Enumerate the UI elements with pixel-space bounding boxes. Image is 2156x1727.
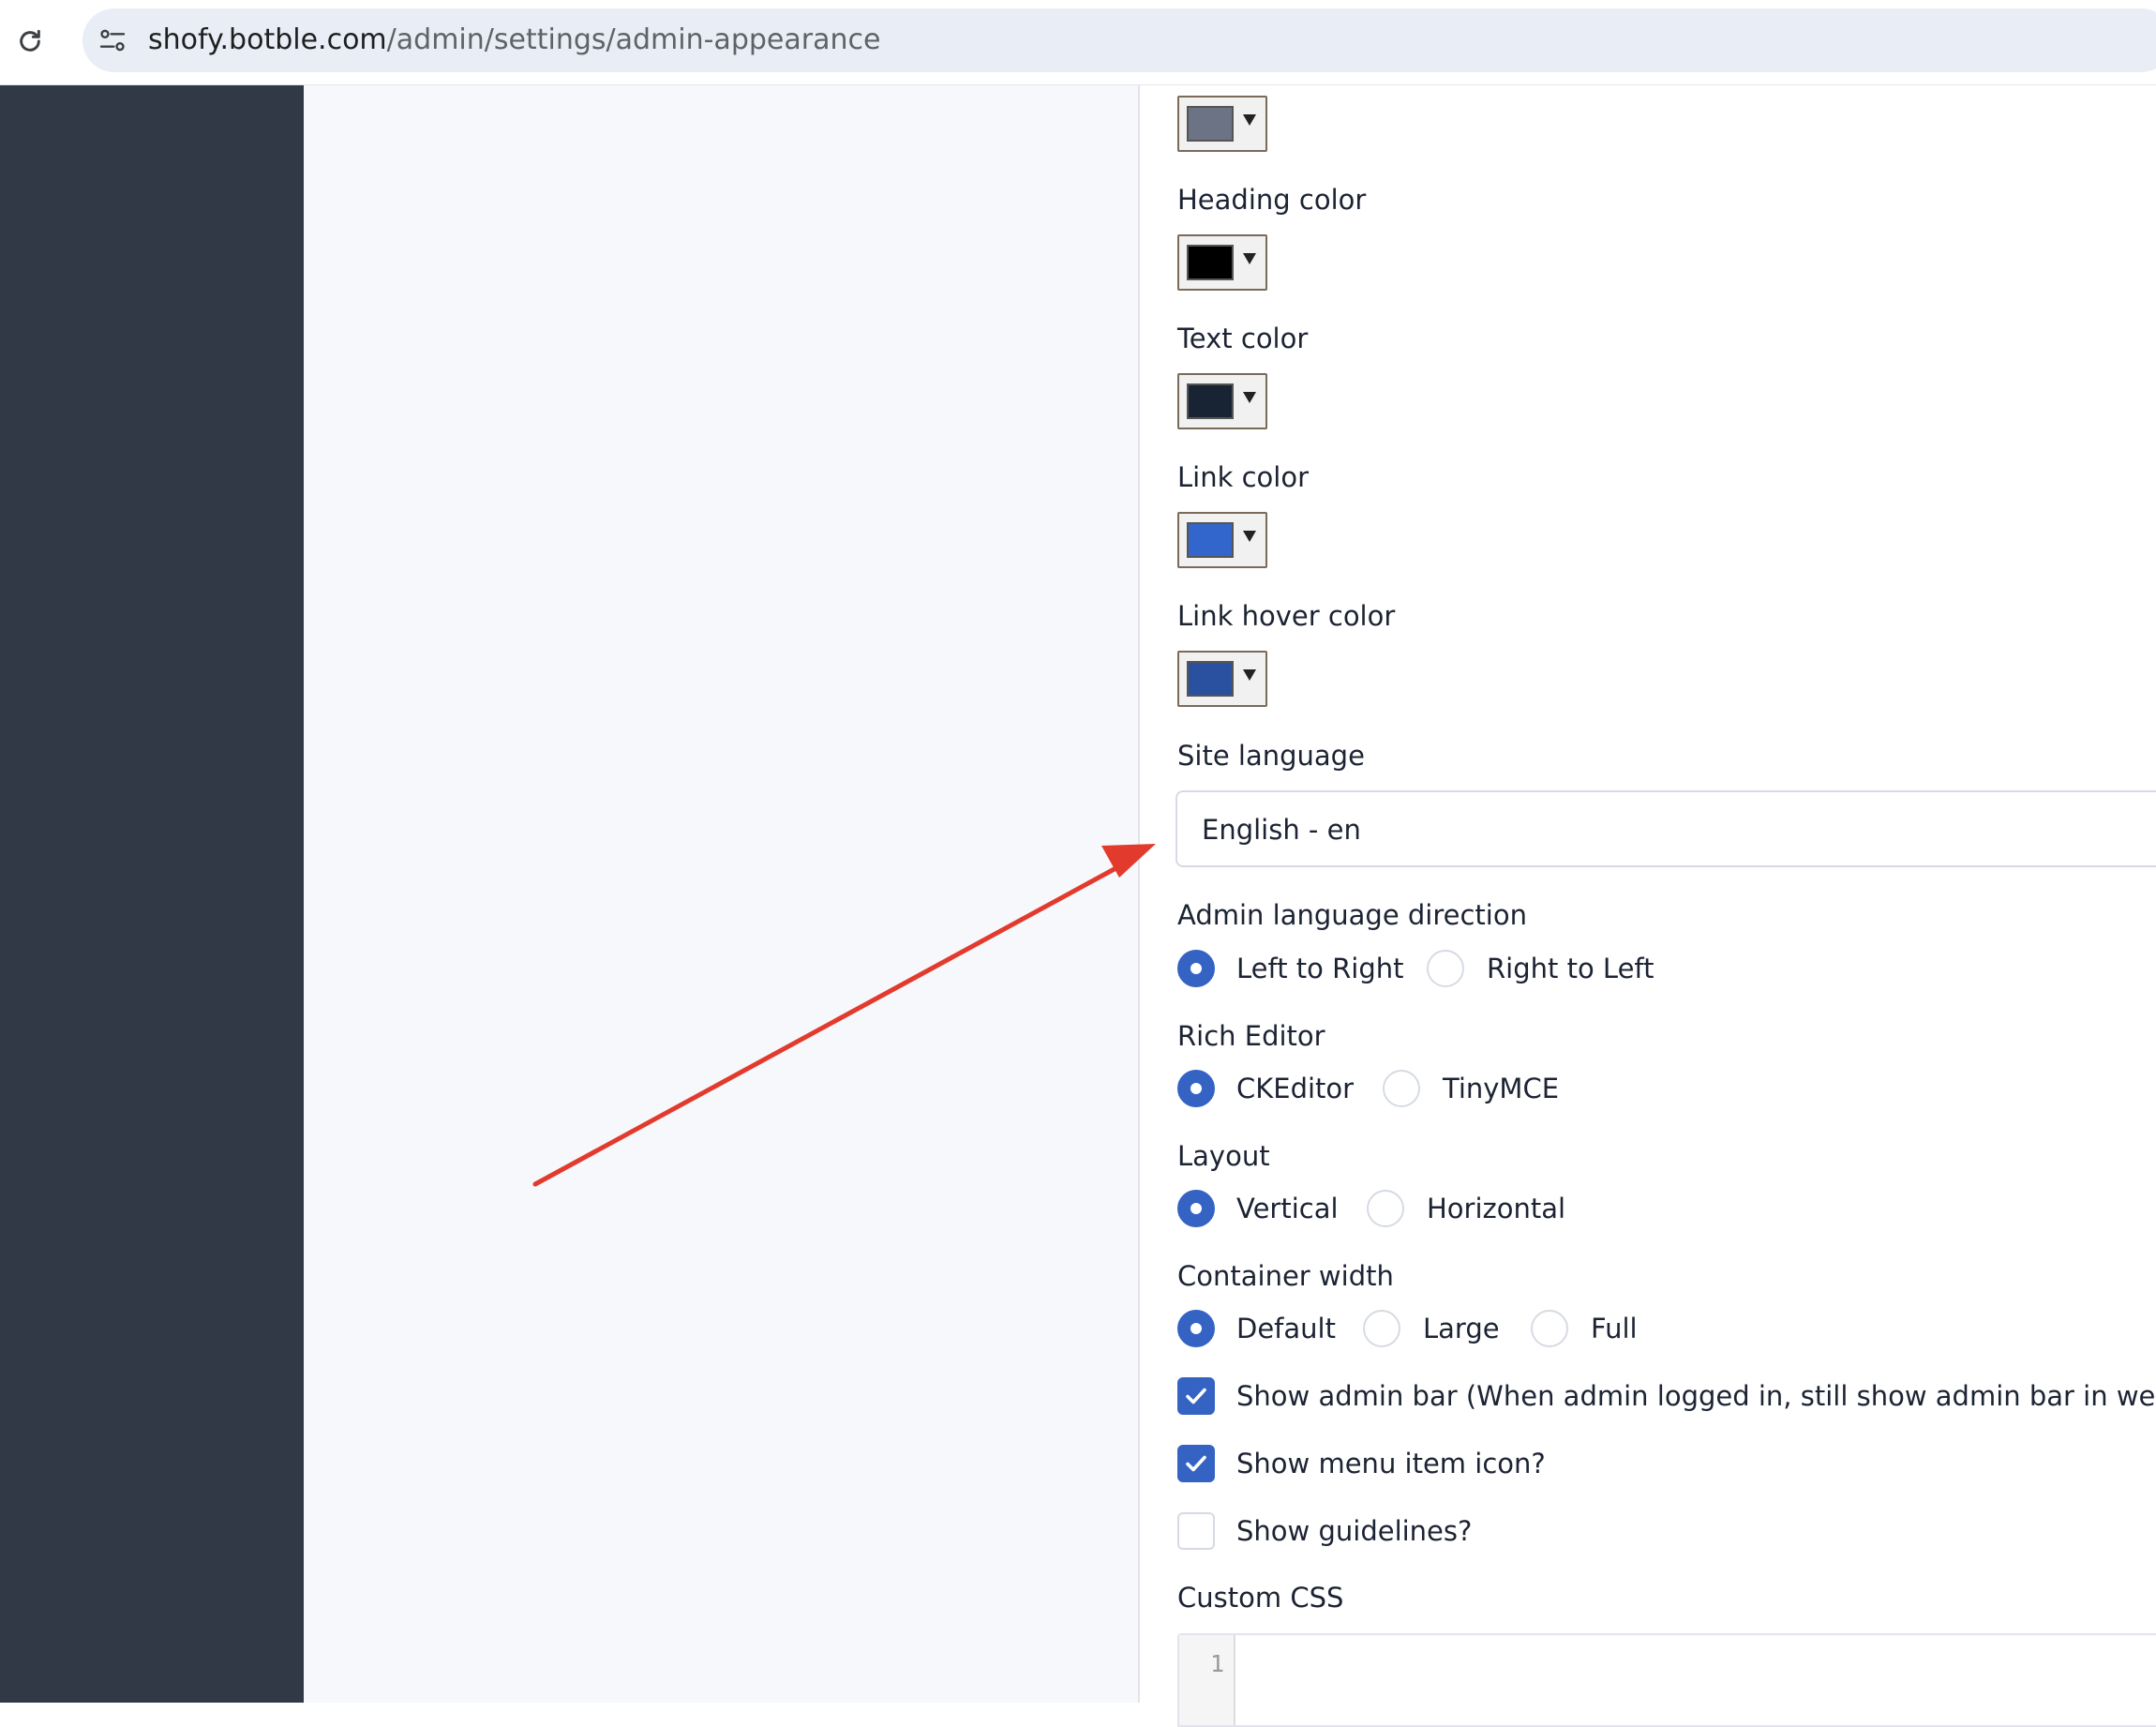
dropdown-arrow-icon bbox=[1243, 253, 1256, 264]
page-background bbox=[304, 85, 1138, 1703]
radio-label-vertical[interactable]: Vertical bbox=[1236, 1192, 1339, 1225]
text-color-picker[interactable] bbox=[1177, 373, 1267, 429]
show-admin-bar-checkbox[interactable] bbox=[1177, 1377, 1215, 1415]
direction-label: Admin language direction bbox=[1177, 899, 1527, 931]
reload-icon[interactable] bbox=[15, 26, 45, 56]
browser-toolbar: shofy.botble.com/admin/settings/admin-ap… bbox=[0, 0, 2156, 85]
heading-color-label: Heading color bbox=[1177, 184, 1367, 216]
radio-label-tinymce[interactable]: TinyMCE bbox=[1443, 1072, 1559, 1105]
address-bar[interactable]: shofy.botble.com/admin/settings/admin-ap… bbox=[82, 8, 2156, 72]
radio-label-ckeditor[interactable]: CKEditor bbox=[1236, 1072, 1354, 1105]
radio-tinymce[interactable] bbox=[1383, 1070, 1420, 1107]
url-path: /admin/settings/admin-appearance bbox=[386, 23, 881, 56]
radio-label-full[interactable]: Full bbox=[1591, 1312, 1638, 1345]
admin-sidebar bbox=[0, 85, 304, 1703]
radio-label-default[interactable]: Default bbox=[1236, 1312, 1336, 1345]
link-color-picker[interactable] bbox=[1177, 512, 1267, 568]
site-settings-icon[interactable] bbox=[97, 25, 127, 55]
checkmark-icon bbox=[1186, 1388, 1206, 1404]
dropdown-arrow-icon bbox=[1243, 392, 1256, 403]
custom-css-editor[interactable]: 1 bbox=[1177, 1633, 2156, 1727]
previous-color-picker[interactable] bbox=[1177, 96, 1267, 152]
link-hover-color-picker[interactable] bbox=[1177, 651, 1267, 707]
color-swatch bbox=[1187, 661, 1234, 697]
layout-label: Layout bbox=[1177, 1140, 1270, 1172]
site-language-select[interactable]: English - en bbox=[1175, 790, 2156, 867]
color-swatch bbox=[1187, 245, 1234, 280]
dropdown-arrow-icon bbox=[1243, 114, 1256, 126]
show-menu-item-icon-label[interactable]: Show menu item icon? bbox=[1236, 1447, 1546, 1480]
site-language-label: Site language bbox=[1177, 740, 1365, 772]
radio-label-right-to-left[interactable]: Right to Left bbox=[1487, 952, 1654, 985]
line-number: 1 bbox=[1209, 1650, 1224, 1677]
checkmark-icon bbox=[1186, 1455, 1206, 1472]
custom-css-label: Custom CSS bbox=[1177, 1582, 1344, 1614]
container-width-label: Container width bbox=[1177, 1260, 1394, 1292]
radio-default[interactable] bbox=[1177, 1310, 1215, 1347]
link-color-label: Link color bbox=[1177, 461, 1310, 493]
radio-vertical[interactable] bbox=[1177, 1190, 1215, 1227]
color-swatch bbox=[1187, 522, 1234, 558]
show-guidelines-label[interactable]: Show guidelines? bbox=[1236, 1514, 1472, 1548]
radio-left-to-right[interactable] bbox=[1177, 950, 1215, 987]
color-swatch bbox=[1187, 106, 1234, 142]
dropdown-arrow-icon bbox=[1243, 669, 1256, 681]
radio-label-large[interactable]: Large bbox=[1423, 1312, 1500, 1345]
radio-ckeditor[interactable] bbox=[1177, 1070, 1215, 1107]
rich-editor-label: Rich Editor bbox=[1177, 1020, 1325, 1052]
url-host: shofy.botble.com bbox=[148, 23, 387, 56]
url-text[interactable]: shofy.botble.com/admin/settings/admin-ap… bbox=[148, 24, 880, 56]
radio-horizontal[interactable] bbox=[1367, 1190, 1404, 1227]
radio-large[interactable] bbox=[1363, 1310, 1400, 1347]
show-guidelines-checkbox[interactable] bbox=[1177, 1512, 1215, 1550]
radio-label-left-to-right[interactable]: Left to Right bbox=[1236, 952, 1403, 985]
color-swatch bbox=[1187, 383, 1234, 419]
text-color-label: Text color bbox=[1177, 323, 1309, 354]
link-hover-color-label: Link hover color bbox=[1177, 600, 1396, 632]
radio-full[interactable] bbox=[1531, 1310, 1568, 1347]
show-admin-bar-label[interactable]: Show admin bar (When admin logged in, st… bbox=[1236, 1379, 2156, 1413]
radio-right-to-left[interactable] bbox=[1427, 950, 1464, 987]
code-gutter: 1 bbox=[1179, 1635, 1235, 1725]
radio-label-horizontal[interactable]: Horizontal bbox=[1427, 1192, 1565, 1225]
dropdown-arrow-icon bbox=[1243, 531, 1256, 542]
heading-color-picker[interactable] bbox=[1177, 234, 1267, 291]
site-language-value: English - en bbox=[1202, 814, 1361, 846]
show-menu-item-icon-checkbox[interactable] bbox=[1177, 1445, 1215, 1482]
